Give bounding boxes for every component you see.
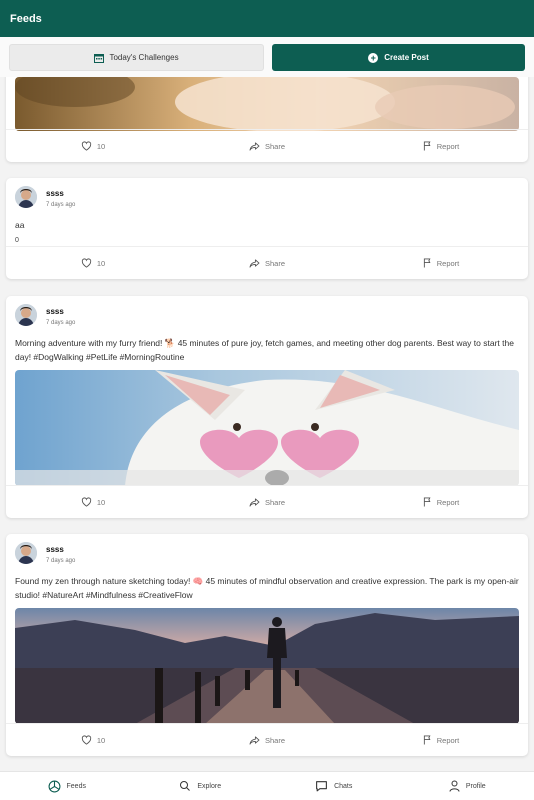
post-username[interactable]: ssss — [46, 545, 75, 554]
report-label: Report — [436, 258, 460, 268]
heart-icon — [81, 497, 91, 507]
avatar[interactable] — [15, 186, 37, 208]
post-actions: 10 Share Report — [6, 485, 528, 518]
share-button[interactable]: Share — [180, 259, 354, 268]
plus-icon: + — [368, 52, 379, 63]
report-button[interactable]: Report — [354, 497, 528, 507]
share-icon — [249, 497, 260, 507]
like-button[interactable]: 10 — [6, 258, 180, 268]
share-label: Share — [264, 735, 285, 745]
share-button[interactable]: Share — [180, 142, 354, 151]
share-icon — [249, 141, 260, 151]
report-label: Report — [436, 735, 460, 745]
post-card: ssss 7 days ago Found my zen through nat… — [6, 534, 528, 756]
post-time: 7 days ago — [46, 320, 76, 326]
create-post-label: Create Post — [384, 53, 429, 62]
like-button[interactable]: 10 — [6, 497, 180, 507]
post-content: Found my zen through nature sketching to… — [15, 576, 519, 600]
report-label: Report — [436, 141, 460, 151]
report-label: Report — [436, 497, 460, 507]
like-count: 10 — [96, 258, 106, 268]
report-button[interactable]: Report — [354, 258, 528, 268]
like-button[interactable]: 10 — [6, 141, 180, 151]
feeds-icon — [48, 780, 60, 792]
flag-icon — [423, 735, 431, 745]
post-time: 7 days ago — [46, 202, 76, 208]
nav-chats[interactable]: Chats — [267, 780, 401, 792]
nav-chats-label: Chats — [334, 782, 353, 790]
todays-challenges-label: Today's Challenges — [109, 53, 179, 62]
person-icon — [449, 780, 460, 792]
post-content: Morning adventure with my furry friend! … — [15, 338, 514, 362]
share-icon — [249, 258, 260, 268]
nav-profile[interactable]: Profile — [401, 780, 534, 792]
report-button[interactable]: Report — [354, 735, 528, 745]
share-button[interactable]: Share — [180, 498, 354, 507]
app-bar: Feeds — [0, 0, 534, 37]
page-title: Feeds — [10, 12, 42, 25]
post-header: ssss 7 days ago — [6, 178, 528, 218]
nav-profile-label: Profile — [465, 782, 486, 790]
calendar-icon — [94, 53, 105, 63]
post-extra-value: 0 — [15, 237, 19, 244]
chat-icon — [316, 781, 328, 792]
heart-icon — [81, 735, 91, 745]
share-label: Share — [264, 497, 285, 507]
post-content: aa — [15, 220, 25, 230]
report-button[interactable]: Report — [354, 141, 528, 151]
post-actions: 10 Share Report — [6, 723, 528, 756]
flag-icon — [423, 497, 431, 507]
avatar[interactable] — [15, 542, 37, 564]
like-count: 10 — [96, 497, 106, 507]
post-card: ssss 7 days ago Morning adventure with m… — [6, 296, 528, 518]
post-actions: 10 Share Report — [6, 246, 528, 279]
bottom-nav: Feeds Explore Chats Profile — [0, 771, 534, 800]
nav-feeds-label: Feeds — [66, 782, 86, 790]
nav-explore-label: Explore — [197, 782, 222, 790]
share-button[interactable]: Share — [180, 736, 354, 745]
post-image — [15, 370, 519, 486]
share-label: Share — [264, 258, 285, 268]
like-count: 10 — [96, 141, 106, 151]
heart-icon — [81, 258, 91, 268]
share-icon — [249, 735, 260, 745]
feed-list[interactable]: 10 Share Report ssss 7 days ago aa 0 10 … — [0, 77, 534, 771]
like-button[interactable]: 10 — [6, 735, 180, 745]
nav-feeds[interactable]: Feeds — [0, 780, 134, 793]
post-username[interactable]: ssss — [46, 189, 75, 198]
post-card: ssss 7 days ago aa 0 10 Share Report — [6, 178, 528, 279]
create-post-button[interactable]: + Create Post — [272, 44, 525, 71]
post-header: ssss 7 days ago — [6, 534, 528, 574]
heart-icon — [81, 141, 91, 151]
nav-explore[interactable]: Explore — [134, 780, 268, 792]
post-time: 7 days ago — [46, 558, 76, 564]
post-header: ssss 7 days ago — [6, 296, 528, 336]
post-image — [15, 608, 519, 724]
like-count: 10 — [96, 735, 106, 745]
action-bar: Today's Challenges + Create Post — [0, 37, 534, 77]
share-label: Share — [264, 141, 285, 151]
post-image — [15, 77, 519, 131]
post-card: 10 Share Report — [6, 77, 528, 162]
search-icon — [180, 781, 191, 791]
flag-icon — [423, 141, 431, 151]
avatar[interactable] — [15, 304, 37, 326]
post-username[interactable]: ssss — [46, 307, 75, 316]
post-actions: 10 Share Report — [6, 129, 528, 162]
flag-icon — [423, 258, 431, 268]
todays-challenges-button[interactable]: Today's Challenges — [9, 44, 264, 71]
